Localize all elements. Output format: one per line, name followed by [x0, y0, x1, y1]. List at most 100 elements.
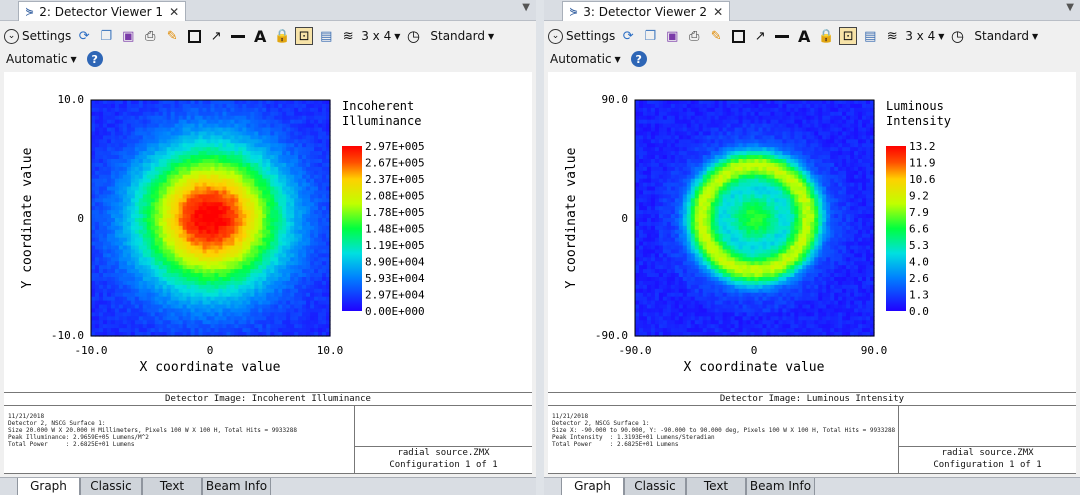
arrow-icon[interactable]: ↗: [751, 27, 769, 45]
print-icon[interactable]: ⎙: [141, 27, 159, 45]
print-icon[interactable]: ⎙: [685, 27, 703, 45]
rectangle-icon[interactable]: [185, 27, 203, 45]
window-icon[interactable]: ▤: [861, 27, 879, 45]
heatmap-cell: [282, 233, 287, 239]
text-tool-icon[interactable]: A: [795, 27, 813, 46]
lock-icon[interactable]: 🔒: [817, 27, 835, 45]
heatmap-cell: [802, 159, 807, 164]
layout-dropdown[interactable]: 3 x 4 ▼: [361, 26, 400, 46]
heatmap-cell: [806, 127, 811, 133]
rectangle-icon[interactable]: [729, 27, 747, 45]
tab-classic[interactable]: Classic: [80, 478, 142, 495]
heatmap-cell: [710, 159, 716, 164]
pin-icon[interactable]: ⋟: [569, 5, 578, 18]
layout-dropdown[interactable]: 3 x 4 ▼: [905, 26, 944, 46]
heatmap-cell: [654, 182, 660, 188]
heatmap-cell: [294, 288, 299, 294]
heatmap-cell: [298, 221, 303, 227]
heatmap-cell: [162, 182, 168, 188]
heatmap-cell: [210, 253, 216, 258]
line-icon[interactable]: [229, 27, 247, 45]
heatmap-cell: [170, 198, 176, 203]
save-icon[interactable]: ▣: [663, 27, 681, 45]
tab-detector-viewer-1[interactable]: ⋟ 2: Detector Viewer 1 ✕: [18, 1, 187, 21]
pencil-icon[interactable]: ✎: [163, 27, 181, 45]
tab-text[interactable]: Text: [142, 478, 202, 495]
clock-icon[interactable]: ◷: [404, 27, 422, 45]
heatmap-cell: [298, 100, 303, 105]
heatmap-cell: [202, 269, 208, 274]
help-icon[interactable]: ?: [630, 51, 647, 67]
heatmap-cell: [302, 131, 307, 136]
heatmap-cell: [726, 151, 732, 156]
pencil-icon[interactable]: ✎: [707, 27, 725, 45]
heatmap-cell: [194, 277, 200, 282]
close-icon[interactable]: ✕: [713, 5, 723, 19]
fit-icon[interactable]: ⊡: [295, 27, 314, 45]
style-dropdown[interactable]: Standard ▼: [974, 26, 1038, 46]
heatmap-cell: [146, 241, 152, 247]
pin-icon[interactable]: ⋟: [25, 5, 34, 18]
heatmap-cell: [210, 162, 216, 168]
line-icon[interactable]: [773, 27, 791, 45]
settings-button[interactable]: ⌄ Settings: [4, 26, 71, 46]
arrow-icon[interactable]: ↗: [207, 27, 225, 45]
heatmap-cell: [182, 127, 188, 133]
caret-down-icon: ▼: [70, 54, 77, 64]
heatmap-cell: [758, 143, 764, 148]
tab-menu-icon[interactable]: ▼: [522, 2, 530, 13]
heatmap-cell: [666, 135, 672, 140]
heatmap-cell: [866, 139, 871, 144]
heatmap-cell: [694, 170, 700, 176]
settings-button[interactable]: ⌄ Settings: [548, 26, 615, 46]
heatmap-cell: [210, 100, 216, 105]
window-icon[interactable]: ▤: [317, 27, 335, 45]
tab-detector-viewer-2[interactable]: ⋟ 3: Detector Viewer 2 ✕: [562, 1, 731, 21]
tab-graph[interactable]: Graph: [17, 478, 80, 495]
scale-dropdown[interactable]: Automatic ▼: [6, 49, 77, 69]
heatmap-cell: [246, 324, 251, 329]
lock-icon[interactable]: 🔒: [273, 27, 291, 45]
clock-icon[interactable]: ◷: [948, 27, 966, 45]
heatmap-cell: [758, 174, 764, 180]
heatmap-cell: [798, 123, 803, 129]
heatmap-cell: [158, 273, 164, 278]
refresh-icon[interactable]: ⟳: [619, 27, 637, 45]
refresh-icon[interactable]: ⟳: [75, 27, 93, 45]
text-tool-icon[interactable]: A: [251, 27, 269, 46]
heatmap-cell: [250, 135, 255, 140]
close-icon[interactable]: ✕: [169, 5, 179, 19]
heatmap-cell: [194, 324, 200, 329]
heatmap-cell: [114, 253, 120, 258]
help-icon[interactable]: ?: [86, 51, 103, 67]
heatmap-cell: [670, 143, 676, 148]
heatmap-cell: [206, 261, 212, 266]
heatmap-cell: [302, 277, 307, 282]
heatmap-cell: [738, 182, 744, 188]
heatmap-cell: [134, 233, 140, 239]
copy-icon[interactable]: ❐: [641, 27, 659, 45]
heatmap-cell: [138, 221, 144, 227]
heatmap-cell: [746, 111, 752, 117]
copy-icon[interactable]: ❐: [97, 27, 115, 45]
layers-icon[interactable]: ≋: [883, 27, 901, 45]
heatmap-cell: [230, 245, 235, 251]
heatmap-cell: [322, 100, 327, 105]
fit-icon[interactable]: ⊡: [839, 27, 858, 45]
heatmap-cell: [134, 155, 140, 160]
heatmap-cell: [218, 316, 224, 321]
heatmap-cell: [182, 162, 188, 168]
style-dropdown[interactable]: Standard ▼: [430, 26, 494, 46]
tab-beam-info[interactable]: Beam Info: [202, 478, 271, 495]
heatmap-cell: [122, 249, 128, 254]
heatmap-cell: [178, 300, 184, 306]
heatmap-cell: [226, 296, 232, 302]
heatmap-cell: [150, 115, 156, 121]
layers-icon[interactable]: ≋: [339, 27, 357, 45]
heatmap-cell: [738, 135, 744, 140]
scale-dropdown[interactable]: Automatic ▼: [550, 49, 621, 69]
tab-menu-icon[interactable]: ▼: [1066, 2, 1074, 13]
heatmap-cell: [214, 237, 220, 243]
heatmap-cell: [98, 304, 104, 310]
save-icon[interactable]: ▣: [119, 27, 137, 45]
